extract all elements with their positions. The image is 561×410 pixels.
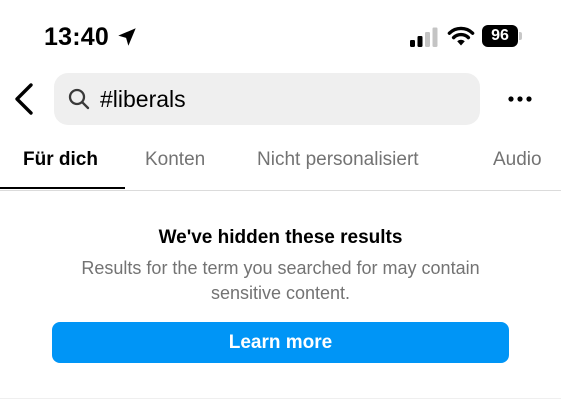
chevron-left-icon (15, 83, 33, 115)
battery-icon: 96 (482, 25, 522, 47)
location-arrow-icon (118, 28, 136, 46)
tab-fuer-dich[interactable]: Für dich (23, 138, 98, 190)
status-time: 13:40 (44, 23, 109, 51)
back-button[interactable] (8, 80, 42, 118)
wifi-icon (447, 26, 475, 46)
active-tab-indicator (0, 187, 125, 189)
search-input[interactable]: #liberals (100, 73, 186, 125)
search-results-screen: 13:40 96 #liberals Für dich Konten Nicht… (0, 0, 561, 410)
more-horizontal-icon (508, 96, 532, 102)
battery-level: 96 (482, 25, 518, 47)
hidden-results-notice: We've hidden these results Results for t… (0, 224, 561, 306)
tab-nicht-personalisiert[interactable]: Nicht personalisiert (257, 138, 419, 190)
status-bar: 13:40 96 (0, 0, 561, 72)
cellular-signal-icon (410, 27, 438, 47)
search-tabs: Für dich Konten Nicht personalisiert Aud… (0, 138, 561, 191)
search-bar[interactable]: #liberals (54, 73, 480, 125)
notice-title: We've hidden these results (158, 227, 403, 248)
search-icon (68, 88, 90, 110)
notice-body: Results for the term you searched for ma… (81, 258, 480, 303)
battery-tip (519, 32, 522, 40)
tab-audio[interactable]: Audio (493, 138, 542, 190)
more-options-button[interactable] (503, 86, 537, 112)
tab-konten[interactable]: Konten (145, 138, 205, 190)
divider (0, 398, 561, 399)
learn-more-button[interactable]: Learn more (52, 322, 509, 363)
